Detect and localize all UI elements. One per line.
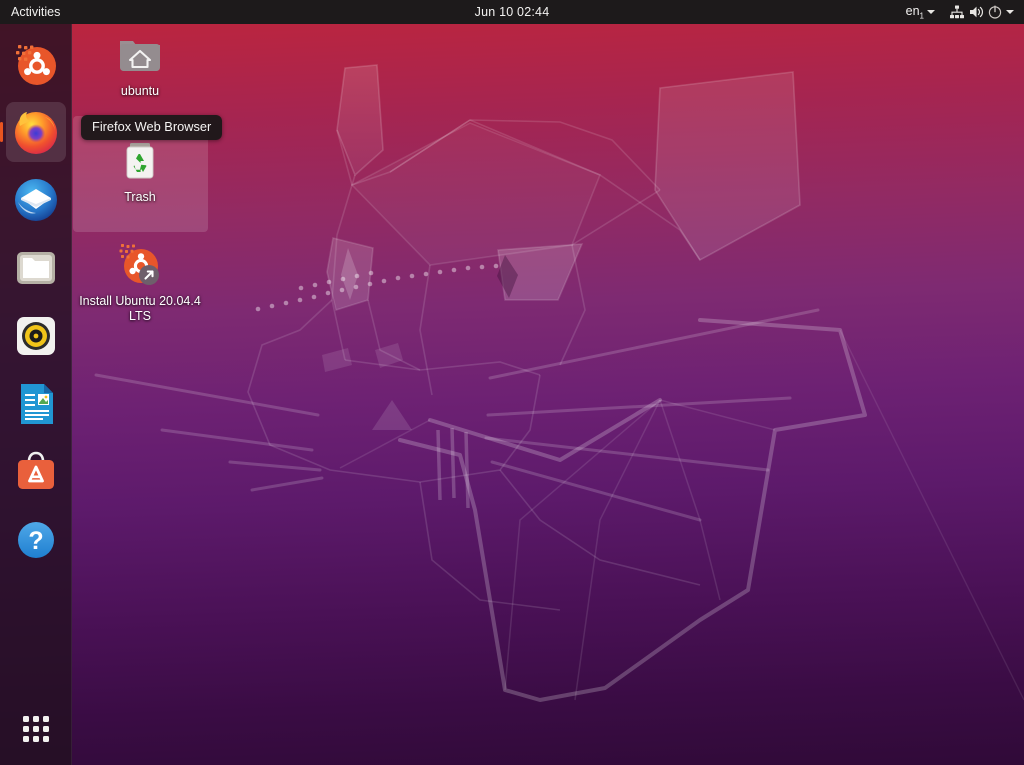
svg-text:?: ? [28,527,43,555]
dock-item-ubuntu-software[interactable] [6,442,66,502]
clock[interactable]: Jun 10 02:44 [0,5,1024,19]
system-menu[interactable] [945,0,1018,24]
dock-item-rhythmbox[interactable] [6,306,66,366]
language-indicator[interactable]: en1 [902,0,939,24]
desktop-icon-trash[interactable]: Trash [72,136,208,205]
volume-icon [970,6,983,18]
ubuntu-software-icon [17,451,54,489]
desktop-screen: Activities Jun 10 02:44 en1 ? ubuntu Tra… [0,0,1024,765]
files-icon [16,252,55,284]
chevron-down-icon [1006,10,1014,14]
chevron-down-icon [927,10,935,14]
dock-item-files[interactable] [6,238,66,298]
install-ubuntu-icon [116,240,164,288]
help-icon: ? [17,522,54,558]
dock-item-libreoffice-writer[interactable] [6,374,66,434]
dock-app-list: ? [5,30,66,574]
language-label: en1 [905,3,924,21]
desktop-icon-label: ubuntu [120,84,160,98]
desktop-icon-home-folder[interactable]: ubuntu [72,30,208,99]
rhythmbox-icon [16,317,55,355]
power-icon [988,5,1002,19]
libreoffice-writer-icon [20,384,53,424]
ubuntu-logo-icon [15,45,56,85]
dock-item-firefox[interactable] [5,102,66,162]
firefox-icon [14,112,57,154]
top-bar: Activities Jun 10 02:44 en1 [0,0,1024,24]
dock-item-thunderbird[interactable] [6,170,66,230]
dock-item-ubuntu-logo[interactable] [6,34,66,94]
firefox-tooltip: Firefox Web Browser [81,115,223,140]
app-grid-icon [23,716,49,742]
desktop-icon-label: Install Ubuntu 20.04.4 LTS [79,294,201,323]
thunderbird-icon [14,179,57,221]
home-folder-icon [116,30,164,78]
show-applications-button[interactable] [0,699,72,759]
network-icon [950,5,964,19]
desktop-icon-install-ubuntu[interactable]: Install Ubuntu 20.04.4 LTS [72,240,208,324]
desktop-icon-label: Trash [124,190,156,204]
dock: ? [0,24,72,765]
trash-icon [116,136,164,184]
dock-item-help[interactable]: ? [6,510,66,570]
system-tray: en1 [902,0,1018,24]
